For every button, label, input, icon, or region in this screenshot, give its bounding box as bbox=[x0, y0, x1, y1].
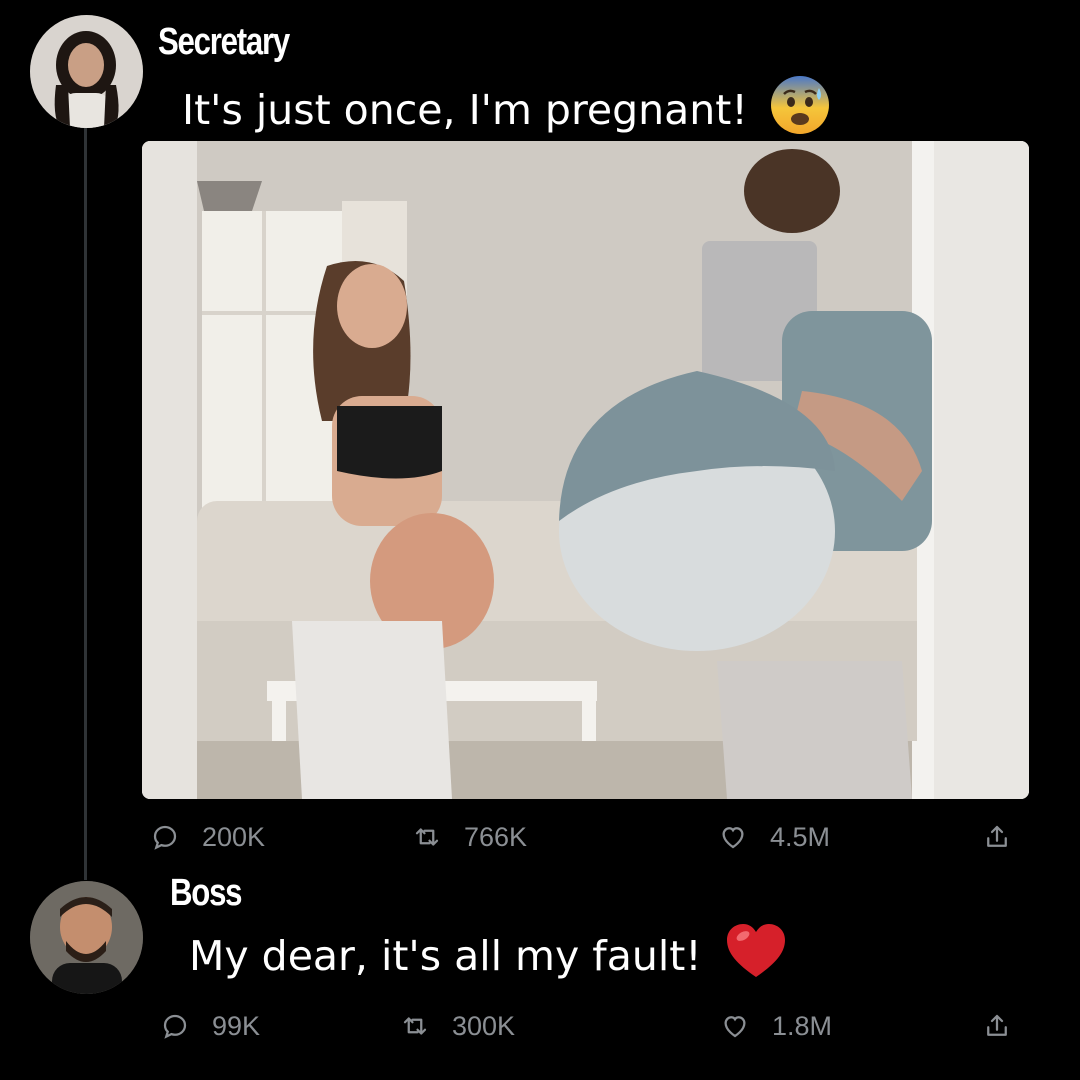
author-name-boss[interactable]: Boss bbox=[170, 869, 243, 917]
tweet-media-photo[interactable] bbox=[142, 141, 1029, 799]
tweet-body-secretary: It's just once, I'm pregnant! bbox=[182, 86, 748, 134]
avatar-boss-image bbox=[30, 881, 143, 994]
avatar-secretary-image bbox=[30, 15, 143, 128]
thread-connector-line bbox=[84, 128, 87, 880]
tweet-text-boss: My dear, it's all my fault! bbox=[189, 922, 787, 996]
share-icon bbox=[987, 1014, 1007, 1036]
heart-outline-icon bbox=[724, 1016, 746, 1038]
photo-illustration bbox=[142, 141, 1029, 799]
retweet-count: 766K bbox=[464, 821, 528, 852]
share-icon bbox=[987, 825, 1007, 847]
tweet-actions-secretary: 200K 766K 4.5M bbox=[150, 817, 1030, 857]
avatar-secretary[interactable] bbox=[30, 15, 143, 128]
reply-icon bbox=[163, 1014, 187, 1039]
share-button[interactable] bbox=[982, 1006, 1012, 1046]
share-button[interactable] bbox=[982, 817, 1012, 857]
avatar-boss[interactable] bbox=[30, 881, 143, 994]
retweet-count: 300K bbox=[452, 1010, 516, 1041]
reply-count: 99K bbox=[212, 1010, 261, 1041]
retweet-icon bbox=[415, 828, 439, 846]
reply-button[interactable]: 200K bbox=[150, 817, 265, 857]
tweet-body-boss: My dear, it's all my fault! bbox=[189, 932, 702, 980]
retweet-button[interactable]: 300K bbox=[400, 1006, 515, 1046]
red-heart-emoji-icon bbox=[725, 922, 787, 996]
reply-button[interactable]: 99K bbox=[160, 1006, 260, 1046]
like-button[interactable]: 4.5M bbox=[718, 817, 830, 857]
like-count: 4.5M bbox=[770, 821, 831, 852]
retweet-button[interactable]: 766K bbox=[412, 817, 527, 857]
reply-count: 200K bbox=[202, 821, 266, 852]
retweet-icon bbox=[403, 1017, 427, 1035]
reply-icon bbox=[153, 825, 177, 850]
like-button[interactable]: 1.8M bbox=[720, 1006, 832, 1046]
like-count: 1.8M bbox=[772, 1010, 833, 1041]
heart-outline-icon bbox=[722, 827, 744, 849]
tweet-actions-boss: 99K 300K 1.8M bbox=[150, 1006, 1030, 1046]
author-name-secretary[interactable]: Secretary bbox=[158, 18, 290, 66]
